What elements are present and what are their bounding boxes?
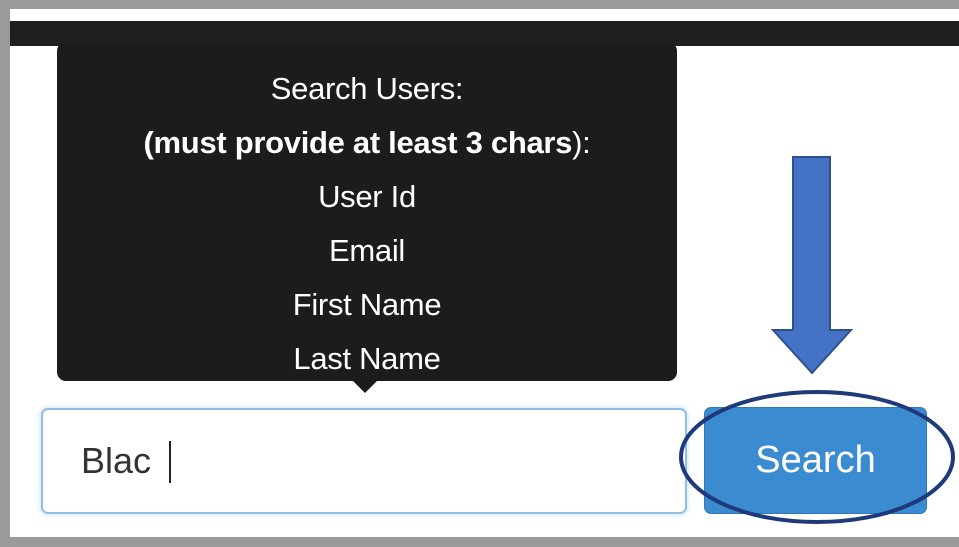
tooltip-field-email: Email [328, 233, 405, 268]
tooltip-field-first-name: First Name [292, 287, 442, 322]
search-input[interactable] [41, 408, 687, 514]
tooltip-requirement-bold: (must provide at least 3 chars [143, 125, 573, 160]
screenshot-frame: Search Users: (must provide at least 3 c… [10, 9, 959, 537]
tooltip-requirement-tail: ): [572, 125, 591, 160]
search-tooltip: Search Users: (must provide at least 3 c… [57, 42, 677, 381]
text-caret [169, 441, 171, 483]
tooltip-field-last-name: Last Name [293, 341, 441, 376]
tooltip-arrow [353, 381, 377, 393]
down-arrow-annotation [770, 156, 854, 375]
tooltip-requirement: (must provide at least 3 chars): [57, 116, 677, 170]
tooltip-field-user-id: User Id [318, 179, 416, 214]
tooltip-title: Search Users: [270, 71, 464, 106]
search-button[interactable]: Search [704, 407, 927, 514]
